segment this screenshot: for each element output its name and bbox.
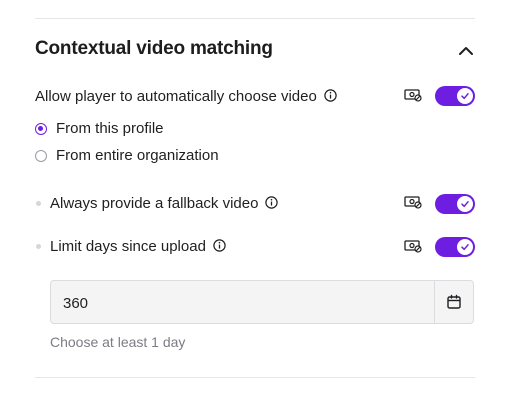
toggle-knob — [457, 196, 473, 212]
calendar-button[interactable] — [434, 281, 473, 323]
info-icon[interactable] — [265, 196, 279, 209]
info-icon[interactable] — [213, 239, 226, 252]
limit-days-toggle[interactable] — [435, 237, 475, 257]
radio-label: From this profile — [56, 120, 164, 137]
chevron-up-icon[interactable] — [456, 42, 476, 58]
toggle-knob — [457, 88, 473, 104]
radio-label: From entire organization — [56, 147, 219, 164]
days-field — [50, 280, 474, 325]
bullet — [36, 244, 41, 249]
radio-button-selected[interactable] — [35, 122, 47, 135]
auto-choose-label-text: Allow player to automatically choose vid… — [35, 88, 317, 105]
bullet — [36, 201, 41, 206]
limit-days-label: Limit days since upload — [50, 238, 226, 255]
check-icon — [461, 244, 469, 251]
days-input[interactable] — [61, 281, 435, 325]
check-icon — [461, 93, 469, 100]
section-title: Contextual video matching — [35, 38, 273, 59]
auto-choose-label: Allow player to automatically choose vid… — [35, 88, 337, 105]
calendar-icon — [447, 294, 461, 309]
check-icon — [461, 201, 469, 208]
limit-days-label-text: Limit days since upload — [50, 238, 206, 255]
info-icon[interactable] — [324, 89, 337, 102]
radio-from-profile[interactable]: From this profile — [35, 120, 164, 137]
top-divider — [35, 18, 475, 19]
fallback-label: Always provide a fallback video — [50, 195, 279, 212]
fallback-label-text: Always provide a fallback video — [50, 195, 259, 212]
bottom-divider — [35, 377, 475, 378]
toggle-knob — [457, 239, 473, 255]
auto-choose-toggle[interactable] — [435, 86, 475, 106]
money-icon — [404, 89, 422, 102]
radio-button[interactable] — [35, 149, 47, 162]
money-icon — [404, 240, 422, 253]
radio-from-organization[interactable]: From entire organization — [35, 147, 219, 164]
days-hint: Choose at least 1 day — [50, 334, 186, 350]
fallback-toggle[interactable] — [435, 194, 475, 214]
money-icon — [404, 196, 422, 209]
